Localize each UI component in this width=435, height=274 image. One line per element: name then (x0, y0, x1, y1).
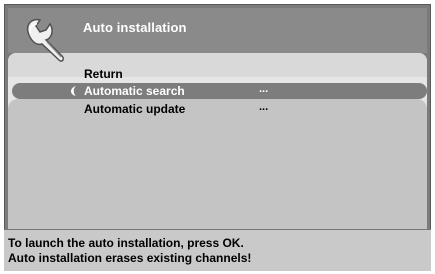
help-footer: To launch the auto installation, press O… (4, 229, 431, 271)
menu-item-value: ... (259, 83, 269, 95)
menu-panel-body (8, 99, 427, 229)
page-title: Auto installation (83, 20, 187, 35)
help-text-line-2: Auto installation erases existing channe… (8, 251, 252, 265)
selection-cursor-icon (71, 86, 76, 96)
tv-menu-screen: Auto installation Return Automatic searc… (0, 0, 435, 274)
menu-item-automatic-update[interactable]: Automatic update ... (8, 101, 427, 117)
menu-item-return[interactable]: Return (8, 66, 427, 82)
menu-item-value: ... (259, 101, 269, 113)
wrench-icon (26, 18, 64, 62)
menu-item-automatic-search[interactable]: Automatic search ... (12, 83, 427, 99)
help-text-line-1: To launch the auto installation, press O… (8, 236, 244, 250)
menu-item-label: Automatic update (84, 102, 186, 116)
menu-item-label: Return (84, 67, 123, 81)
menu-item-label: Automatic search (84, 84, 185, 98)
